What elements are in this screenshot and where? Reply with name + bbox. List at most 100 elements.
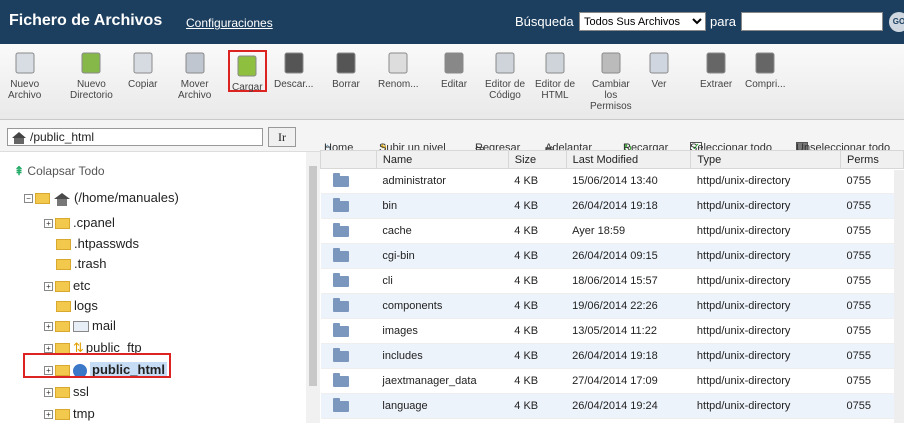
permissions-icon [597,50,625,76]
toolbar-new-file-button[interactable]: Nuevo Archivo [8,50,41,101]
col-header-last-modified[interactable]: Last Modified [565,150,692,169]
toolbar-label: Editar [440,79,468,90]
folder-cell [320,193,377,219]
search-scope-select[interactable]: Todos Sus Archivos [579,12,706,31]
toolbar-label: Copiar [128,79,158,90]
folder-cell [320,168,377,194]
new-file-icon [11,50,39,76]
selected-tree-highlight [23,353,171,378]
cell-size: 4 KB [508,393,567,419]
tree-scrollbar[interactable] [306,152,320,423]
toolbar-copy-button[interactable]: Copiar [128,50,157,90]
collapse-toggle[interactable]: − [24,194,33,204]
toolbar-code-editor-button[interactable]: Editor de Código [485,50,525,101]
tree-item-tmp[interactable]: + tmp [44,406,95,423]
copy-icon [129,50,157,76]
scroll-thumb[interactable] [309,166,317,386]
toolbar-label: Editor de Código [485,79,526,101]
tree-item-mail[interactable]: + mail [44,318,116,336]
table-row[interactable]: administrator 4 KB 15/06/2014 13:40 httpd/u… [320,168,904,194]
toolbar-extract-button[interactable]: Extraer [700,50,732,90]
path-input[interactable]: /public_html [7,128,263,146]
folder-icon [332,272,349,287]
expand-toggle[interactable]: + [44,388,53,398]
home-icon [54,192,70,206]
folder-icon [332,197,349,212]
search-input[interactable] [741,12,883,31]
col-header-perms[interactable]: Perms [840,150,904,169]
toolbar-rename-button[interactable]: Renom... [378,50,419,90]
table-row[interactable]: components 4 KB 19/06/2014 22:26 httpd/unix… [320,293,904,319]
folder-icon [332,247,349,262]
mail-icon [73,321,89,333]
cell-modified: 15/06/2014 13:40 [566,168,691,194]
toolbar-move-button[interactable]: Mover Archivo [178,50,211,101]
extract-icon [702,50,730,76]
cell-type: httpd/unix-directory [690,318,841,344]
col-header-size[interactable]: Size [507,150,567,169]
tree-item-logs[interactable]: logs [44,298,98,316]
tree-item-ssl[interactable]: + ssl [44,384,89,402]
cell-size: 4 KB [508,243,567,269]
compress-icon [751,50,779,76]
expand-toggle[interactable]: + [44,410,53,420]
tree-item-etc[interactable]: + etc [44,278,90,296]
go-path-button[interactable]: Ir [268,127,296,147]
tree-item-dot-trash[interactable]: .trash [44,256,107,274]
cell-size: 4 KB [508,293,567,319]
upload-icon [233,53,261,79]
toolbar-label: Ver [651,79,667,90]
folder-icon [332,222,349,237]
cell-name: administrator [376,168,509,194]
toolbar-compress-button[interactable]: Compri... [745,50,786,90]
table-row[interactable]: bin 4 KB 26/04/2014 19:18 httpd/unix-direct… [320,193,904,219]
cell-name: cli [376,268,509,294]
toolbar-html-editor-button[interactable]: Editor de HTML [535,50,575,101]
folder-cell [320,218,377,244]
settings-link[interactable]: Configuraciones [186,16,273,30]
toolbar-view-button[interactable]: Ver [645,50,673,90]
edit-icon [440,50,468,76]
table-row[interactable]: includes 4 KB 26/04/2014 19:18 httpd/unix-d… [320,343,904,369]
expand-toggle[interactable]: + [44,344,53,354]
table-row[interactable]: cache 4 KB Ayer 18:59 httpd/unix-directory 0… [320,218,904,244]
move-icon [181,50,209,76]
expand-toggle[interactable]: + [44,322,53,332]
toolbar-label: Descar... [274,79,314,90]
tree-root[interactable]: − (/home/manuales) [24,190,179,208]
folder-icon [55,281,70,293]
toolbar-label: Renom... [378,79,419,90]
col-header-type[interactable]: Type [690,150,842,169]
toolbar-label: Borrar [332,79,360,90]
expand-toggle[interactable]: + [44,219,53,229]
folder-cell [320,343,377,369]
toolbar-upload-button[interactable]: Cargar [228,50,267,93]
toolbar-permissions-button[interactable]: Cambiar los Permisos [590,50,632,112]
col-header-name[interactable]: Name [375,150,509,169]
app-title: Fichero de Archivos [9,12,163,29]
toolbar-edit-button[interactable]: Editar [440,50,468,90]
folder-icon [332,172,349,187]
cell-type: httpd/unix-directory [690,193,841,219]
col-icon-header [320,150,377,169]
toolbar-new-folder-button[interactable]: Nuevo Directorio [70,50,113,101]
table-row[interactable]: jaextmanager_data 4 KB 27/04/2014 17:09 htt… [320,368,904,394]
file-scrollbar[interactable] [894,170,904,423]
expand-toggle[interactable]: + [44,282,53,292]
cell-type: httpd/unix-directory [690,343,841,369]
folder-icon [55,321,70,333]
table-row[interactable]: cgi-bin 4 KB 26/04/2014 09:15 httpd/unix-di… [320,243,904,269]
table-row[interactable]: images 4 KB 13/05/2014 11:22 httpd/unix-dir… [320,318,904,344]
toolbar-delete-button[interactable]: Borrar [332,50,360,90]
folder-icon [56,301,71,313]
tree-item-dot-cpanel[interactable]: + .cpanel [44,215,115,233]
go-button[interactable]: GO [889,12,904,32]
toolbar-download-button[interactable]: Descar... [274,50,313,90]
cell-type: httpd/unix-directory [690,393,841,419]
html-editor-icon [541,50,569,76]
tree-item-dot-htpasswds[interactable]: .htpasswds [44,236,139,254]
table-row[interactable]: language 4 KB 26/04/2014 19:24 httpd/unix-d… [320,393,904,419]
collapse-all-link[interactable]: ⇞ Colapsar Todo [14,164,105,178]
cell-modified: 26/04/2014 19:24 [566,393,691,419]
table-row[interactable]: cli 4 KB 18/06/2014 15:57 httpd/unix-direct… [320,268,904,294]
